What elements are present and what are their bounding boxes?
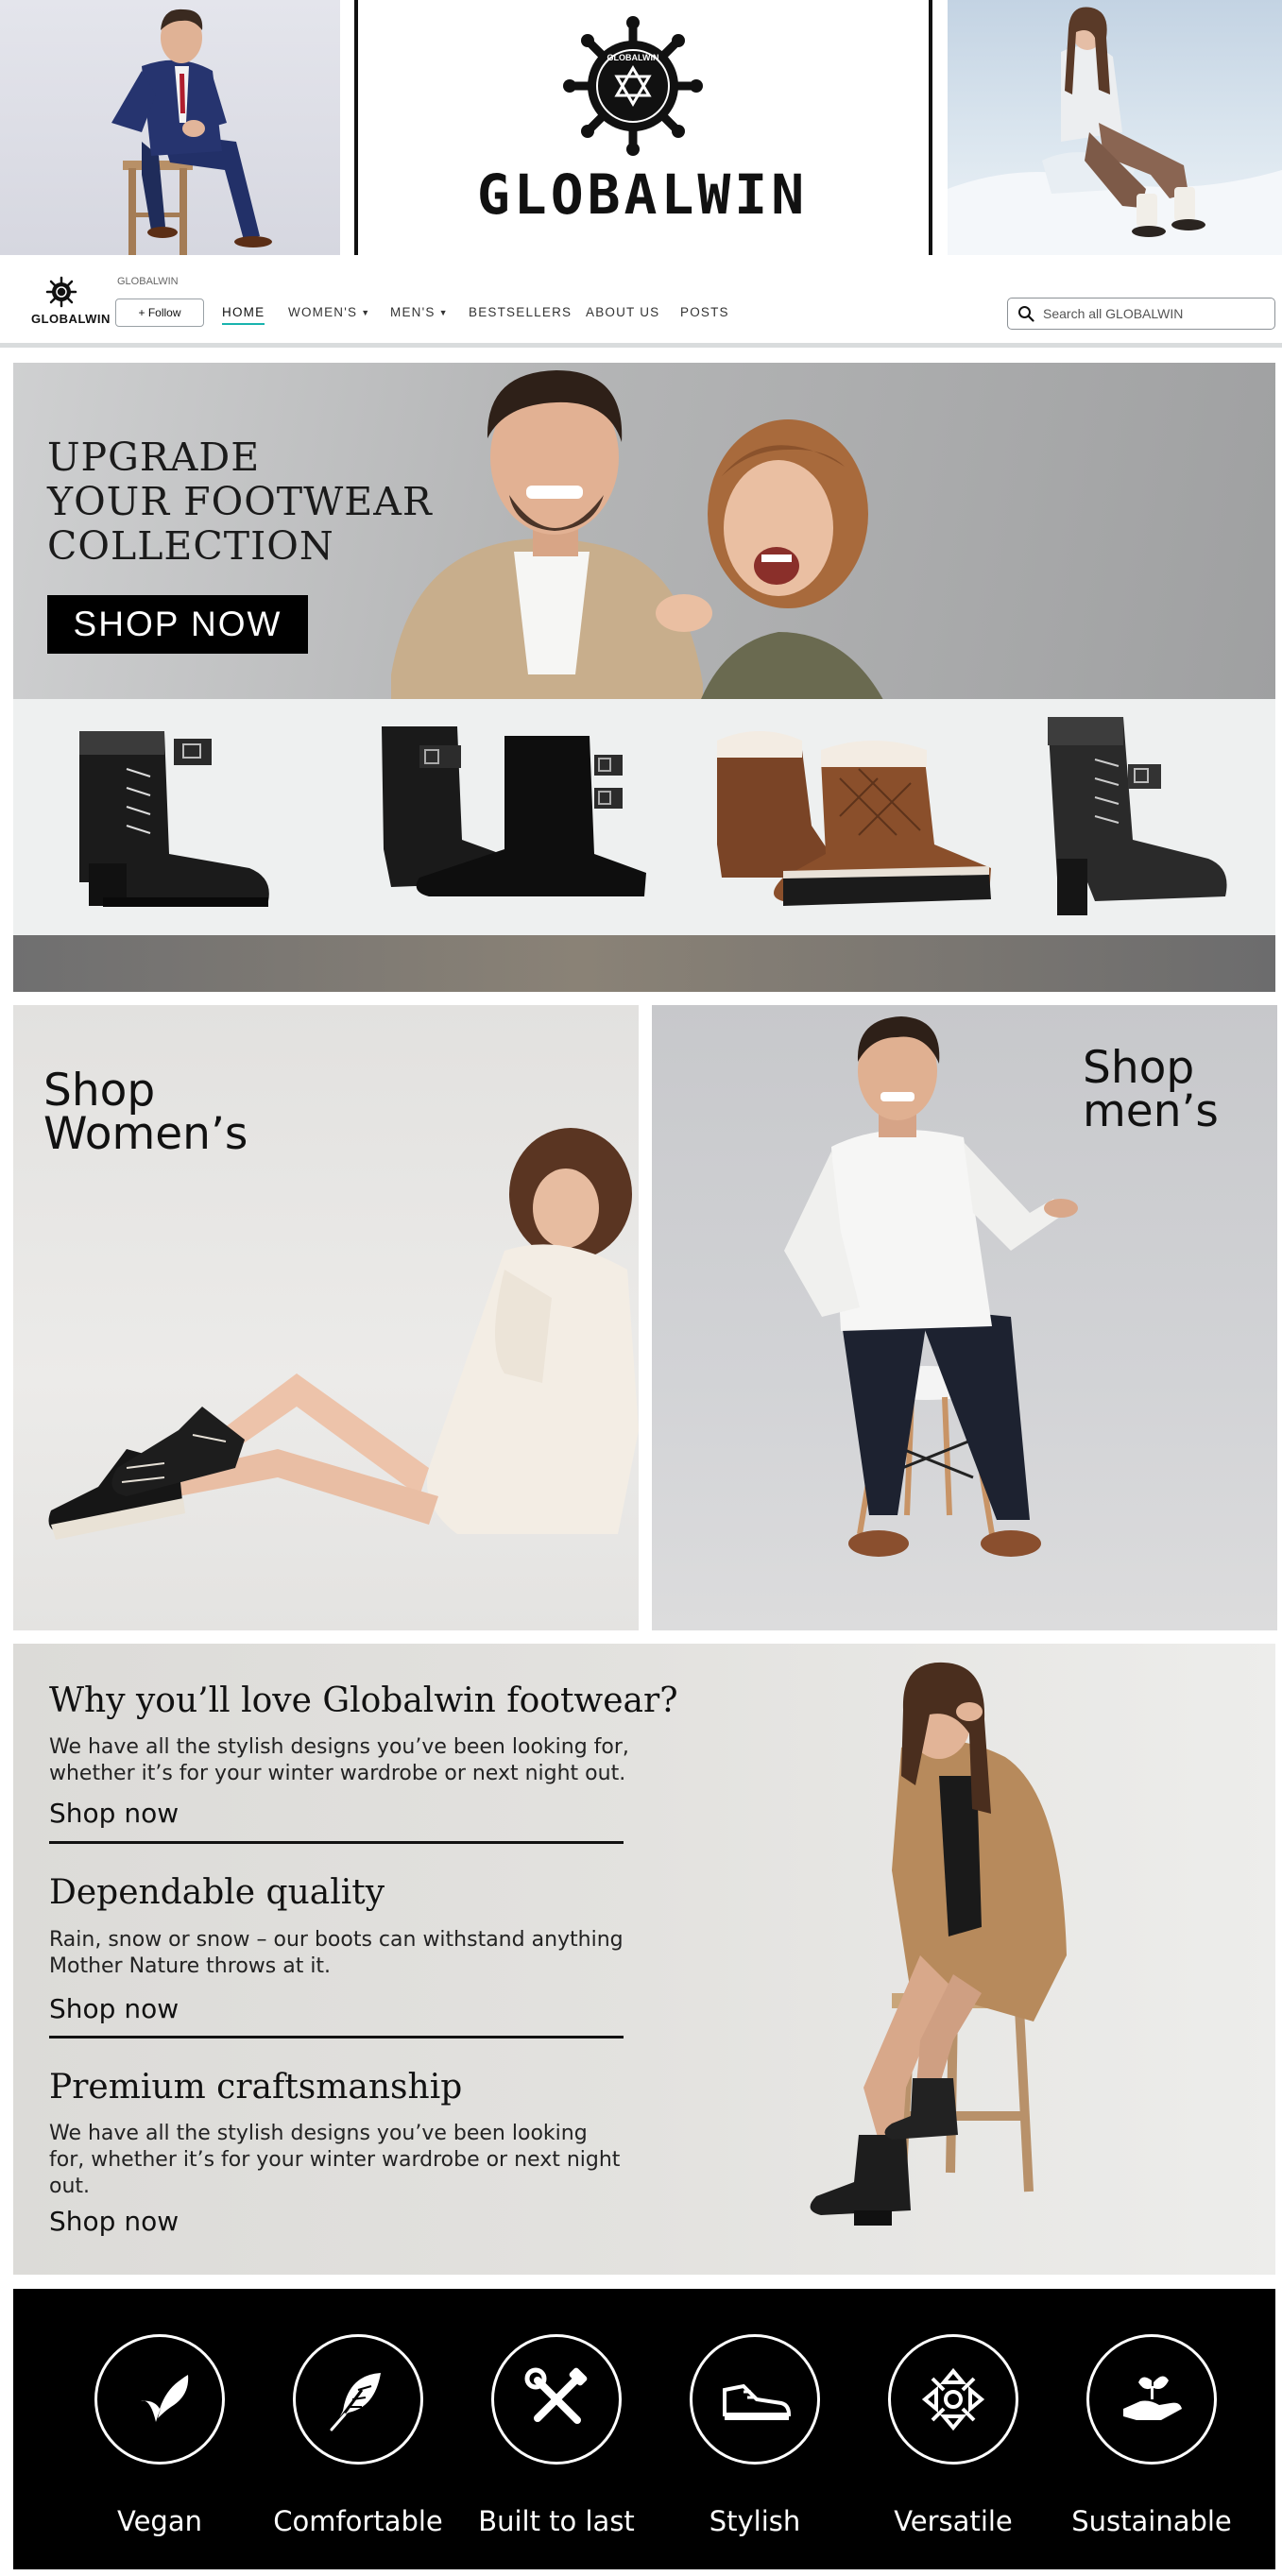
feature-comfortable-label: Comfortable: [273, 2505, 443, 2537]
nav-link-mens-label: MEN'S: [390, 305, 436, 319]
nav-link-bestsellers[interactable]: BESTSELLERS: [469, 305, 572, 319]
sneaker-icon: [723, 2383, 792, 2420]
feature-built-to-last-badge: [491, 2334, 622, 2465]
nav-link-posts[interactable]: POSTS: [680, 305, 729, 319]
feature-vegan-badge: [94, 2334, 225, 2465]
shop-now-button[interactable]: SHOP NOW: [47, 595, 308, 654]
brand-logo-icon: GLOBALWIN: [562, 15, 704, 157]
search-icon: [1018, 306, 1034, 322]
why-body-1: We have all the stylish designs you’ve b…: [49, 1735, 629, 1785]
why-heading-1: Why you’ll love Globalwin footwear?: [49, 1681, 678, 1720]
feature-comfortable-badge: [293, 2334, 423, 2465]
search-input[interactable]: [1043, 306, 1260, 321]
svg-text:GLOBALWIN: GLOBALWIN: [607, 53, 659, 62]
nav-link-mens[interactable]: MEN'S ▼: [390, 305, 449, 319]
product-boot-black-lace-up[interactable]: [51, 712, 287, 915]
brand-wordmark: GLOBALWIN: [476, 162, 809, 227]
hero-title-line-2: YOUR FOOTWEAR: [47, 479, 433, 524]
hero-banner: UPGRADE YOUR FOOTWEAR COLLECTION SHOP NO…: [13, 363, 1275, 992]
feature-sustainable-badge: [1086, 2334, 1217, 2465]
photo-woman-sweater-boots: [13, 1090, 639, 1630]
why-body-3: We have all the stylish designs you’ve b…: [49, 2122, 621, 2198]
nav-logo-icon[interactable]: [45, 276, 77, 308]
features-bar: Vegan Comfortable Built to last Stylish …: [13, 2289, 1275, 2569]
why-body-2: Rain, snow or snow – our boots can withs…: [49, 1928, 624, 1978]
product-boot-brown-quilted-duck[interactable]: [708, 712, 1000, 915]
why-divider-1: [49, 1841, 624, 1844]
photo-man-white-shirt: [727, 1005, 1124, 1630]
chevron-down-icon: ▼: [438, 308, 449, 318]
store-name[interactable]: GLOBALWIN: [117, 276, 179, 287]
why-shop-now-link-1[interactable]: Shop now: [49, 1798, 179, 1829]
feature-versatile-label: Versatile: [894, 2505, 1013, 2537]
tools-icon: [524, 2367, 588, 2424]
chevron-down-icon: ▼: [361, 308, 371, 318]
banner-photo-man-suit: [0, 0, 340, 255]
feature-stylish-label: Stylish: [709, 2505, 801, 2537]
banner-divider-right: [929, 0, 932, 255]
nav-link-womens-label: WOMEN'S: [288, 305, 358, 319]
store-navbar: GLOBALWIN GLOBALWIN + Follow HOME WOMEN'…: [0, 255, 1282, 348]
nav-link-home[interactable]: HOME: [222, 305, 265, 325]
why-heading-2: Dependable quality: [49, 1873, 385, 1912]
banner-photo-woman-snow: [948, 0, 1282, 255]
shop-womens-panel[interactable]: Shop Women’s: [13, 1005, 639, 1630]
leaf-icon: [141, 2375, 189, 2422]
top-banner: GLOBALWIN GLOBALWIN: [0, 0, 1282, 255]
hero-title-line-1: UPGRADE: [47, 435, 261, 480]
hero-title-line-3: COLLECTION: [47, 523, 334, 569]
follow-button[interactable]: + Follow: [115, 299, 204, 327]
hero-bottom-band: [13, 935, 1275, 992]
banner-divider-left: [354, 0, 358, 255]
feature-versatile-badge: [888, 2334, 1018, 2465]
why-shop-now-link-2[interactable]: Shop now: [49, 1993, 179, 2024]
feature-built-to-last-label: Built to last: [478, 2505, 635, 2537]
nav-link-about-us[interactable]: ABOUT US: [586, 305, 659, 319]
photo-woman-camel-coat: [750, 1644, 1147, 2275]
feature-vegan-label: Vegan: [117, 2505, 202, 2537]
nav-logo-text: GLOBALWIN: [31, 312, 111, 326]
feature-stylish-badge: [690, 2334, 820, 2465]
why-love-section: Why you’ll love Globalwin footwear? We h…: [13, 1644, 1275, 2275]
product-boot-black-ankle-buckle[interactable]: [372, 708, 656, 915]
hand-plant-icon: [1123, 2376, 1182, 2420]
why-shop-now-link-3[interactable]: Shop now: [49, 2206, 179, 2237]
search-box[interactable]: [1007, 298, 1275, 330]
why-heading-3: Premium craftsmanship: [49, 2068, 463, 2107]
shop-mens-panel[interactable]: Shop men’s: [652, 1005, 1277, 1630]
why-divider-2: [49, 2036, 624, 2039]
arrows-icon: [921, 2367, 985, 2431]
feather-icon: [330, 2373, 381, 2431]
product-boot-black-heeled[interactable]: [1029, 708, 1246, 920]
hero-title: UPGRADE YOUR FOOTWEAR COLLECTION: [47, 435, 482, 569]
nav-link-womens[interactable]: WOMEN'S ▼: [288, 305, 370, 319]
feature-sustainable-label: Sustainable: [1071, 2505, 1232, 2537]
